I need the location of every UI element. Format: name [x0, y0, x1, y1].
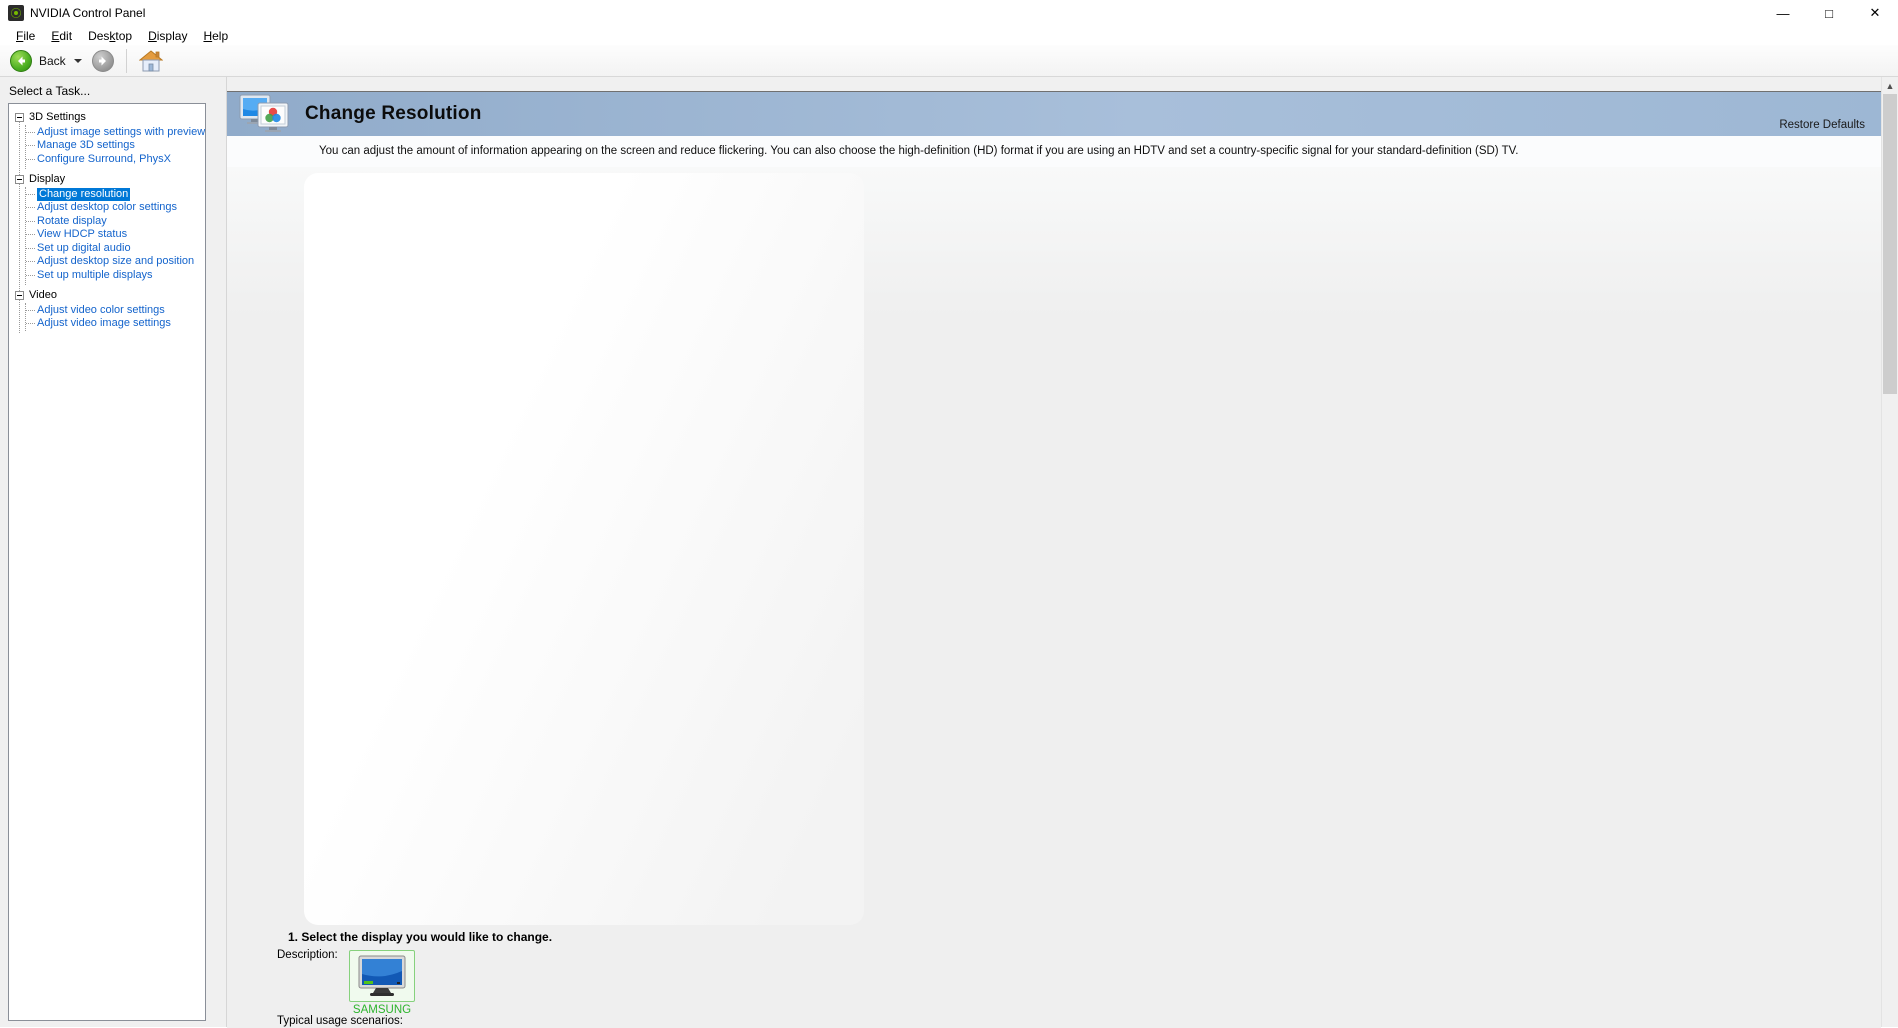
tree-connector: [26, 261, 35, 263]
change-resolution-icon: [239, 94, 289, 132]
description-label: Description:: [277, 949, 338, 961]
tree-item[interactable]: Adjust desktop size and position: [26, 255, 203, 269]
tree-item-selected[interactable]: Change resolution: [26, 187, 203, 201]
menu-bar: File Edit Desktop Display Help: [0, 26, 1898, 45]
tree-category-3d-settings[interactable]: 3D Settings: [15, 111, 203, 125]
task-sidebar-header: Select a Task...: [9, 84, 91, 98]
tree-connector: [26, 193, 35, 195]
tree-connector: [26, 274, 35, 276]
step1-title: 1. Select the display you would like to …: [288, 930, 553, 944]
menu-display[interactable]: Display: [140, 29, 195, 43]
typical-usage-label: Typical usage scenarios:: [277, 1015, 403, 1027]
page-banner: Change Resolution Restore Defaults: [227, 91, 1881, 136]
back-button-label[interactable]: Back: [39, 54, 66, 68]
tree-item[interactable]: Set up multiple displays: [26, 269, 203, 283]
collapse-icon[interactable]: [15, 113, 24, 123]
vertical-scrollbar[interactable]: ▲: [1881, 77, 1898, 1027]
tree-connector: [26, 145, 35, 147]
tree-connector: [26, 207, 35, 209]
menu-file[interactable]: File: [8, 29, 43, 43]
main-pane: Change Resolution Restore Defaults You c…: [226, 77, 1881, 1028]
collapse-icon[interactable]: [15, 175, 24, 185]
tree-item[interactable]: Manage 3D settings: [26, 139, 203, 153]
tree-connector: [26, 309, 35, 311]
page-description: You can adjust the amount of information…: [227, 136, 1881, 167]
tree-item[interactable]: Set up digital audio: [26, 242, 203, 256]
back-history-dropdown-icon[interactable]: [73, 58, 82, 63]
title-bar: NVIDIA Control Panel — □ ✕: [0, 0, 1898, 26]
tree-category-display[interactable]: Display: [15, 173, 203, 187]
tree-item[interactable]: Adjust desktop color settings: [26, 201, 203, 215]
tree-connector: [26, 158, 35, 160]
menu-edit[interactable]: Edit: [43, 29, 80, 43]
collapse-icon[interactable]: [15, 291, 24, 301]
navigation-toolbar: Back: [0, 45, 1898, 77]
close-button[interactable]: ✕: [1852, 0, 1898, 26]
tree-item[interactable]: Adjust video color settings: [26, 304, 203, 318]
scrollbar-thumb[interactable]: [1883, 94, 1897, 394]
minimize-button[interactable]: —: [1760, 0, 1806, 26]
home-button[interactable]: [138, 49, 163, 73]
monitor-icon: [358, 955, 406, 996]
back-arrow-icon: [18, 56, 25, 65]
task-tree: 3D Settings Adjust image settings with p…: [8, 103, 206, 1021]
content-area: 1. Select the display you would like to …: [227, 167, 1881, 1028]
tree-item[interactable]: Rotate display: [26, 215, 203, 229]
tree-item[interactable]: View HDCP status: [26, 228, 203, 242]
scroll-up-icon[interactable]: ▲: [1882, 77, 1898, 94]
back-button[interactable]: [10, 49, 32, 72]
forward-arrow-icon: [98, 56, 106, 65]
nvidia-logo-icon: [8, 5, 24, 21]
page-title: Change Resolution: [305, 103, 482, 124]
content-panel: [304, 173, 864, 925]
tree-category-video[interactable]: Video: [15, 289, 203, 303]
tree-connector: [26, 220, 35, 222]
task-sidebar: Select a Task... 3D Settings Adjust imag…: [0, 77, 226, 1027]
tree-connector: [26, 247, 35, 249]
display-tile-samsung[interactable]: [349, 950, 415, 1002]
forward-button[interactable]: [91, 49, 114, 72]
maximize-button[interactable]: □: [1806, 0, 1852, 26]
tree-connector: [26, 234, 35, 236]
tree-connector: [26, 131, 35, 133]
tree-item[interactable]: Adjust image settings with preview: [26, 126, 205, 140]
menu-help[interactable]: Help: [195, 29, 236, 43]
restore-defaults-button[interactable]: Restore Defaults: [1779, 119, 1865, 131]
toolbar-separator: [125, 48, 127, 73]
tree-item[interactable]: Adjust video image settings: [26, 317, 203, 331]
menu-desktop[interactable]: Desktop: [80, 29, 140, 43]
tree-connector: [26, 323, 35, 325]
tree-item[interactable]: Configure Surround, PhysX: [26, 153, 203, 167]
window-title: NVIDIA Control Panel: [30, 6, 146, 20]
